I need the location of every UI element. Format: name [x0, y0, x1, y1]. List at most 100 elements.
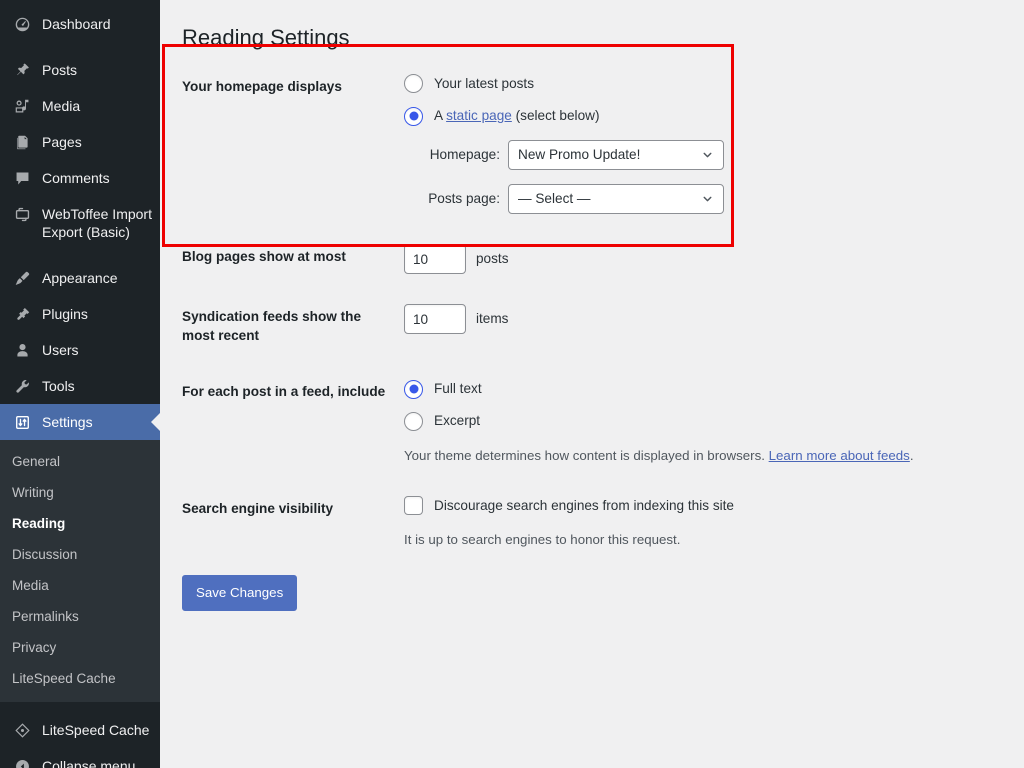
sidebar-divider	[0, 250, 160, 260]
homepage-select-row: Homepage: New Promo Update!	[404, 140, 1014, 170]
feed-include-description: Your theme determines how content is dis…	[404, 446, 1014, 466]
sidebar-item-label: Users	[42, 341, 160, 359]
chevron-down-icon	[701, 193, 714, 206]
sidebar-item-tools[interactable]: Tools	[0, 368, 160, 404]
page-title: Reading Settings	[182, 16, 1024, 59]
settings-submenu: General Writing Reading Discussion Media…	[0, 440, 160, 702]
syndication-input[interactable]	[404, 304, 466, 334]
homepage-displays-row: Your homepage displays Your latest posts…	[182, 59, 1024, 230]
sidebar-item-label: LiteSpeed Cache	[42, 721, 160, 739]
settings-icon	[12, 413, 32, 431]
feed-include-row: For each post in a feed, include Full te…	[182, 364, 1024, 481]
posts-page-select-row: Posts page: — Select —	[404, 184, 1014, 214]
sidebar-item-label: Tools	[42, 377, 160, 395]
search-visibility-row: Search engine visibility Discourage sear…	[182, 481, 1024, 565]
submenu-item-general[interactable]: General	[0, 446, 160, 477]
submenu-item-media[interactable]: Media	[0, 570, 160, 601]
pages-icon	[12, 133, 32, 151]
sidebar-item-label: Collapse menu	[42, 757, 160, 768]
radio-excerpt[interactable]	[404, 412, 423, 431]
admin-sidebar: Dashboard Posts Media Pages WebTof	[0, 0, 160, 768]
sidebar-divider	[0, 42, 160, 52]
submenu-item-writing[interactable]: Writing	[0, 477, 160, 508]
syndication-unit: items	[476, 309, 508, 329]
sidebar-item-comments[interactable]: WebToffee Import Export (Basic) Comments	[0, 160, 160, 196]
search-visibility-description: It is up to search engines to honor this…	[404, 530, 1014, 550]
homepage-select[interactable]: New Promo Update!	[508, 140, 724, 170]
sidebar-item-label: Appearance	[42, 269, 160, 287]
posts-page-select-value: — Select —	[518, 189, 591, 209]
save-changes-button[interactable]: Save Changes	[182, 575, 297, 611]
homepage-displays-label: Your homepage displays	[182, 59, 404, 230]
pin-icon	[12, 61, 32, 79]
sidebar-item-label: WebToffee Import Export (Basic)	[42, 205, 160, 241]
user-icon	[12, 341, 32, 359]
submenu-item-permalinks[interactable]: Permalinks	[0, 601, 160, 632]
search-visibility-label: Search engine visibility	[182, 481, 404, 565]
submenu-item-reading[interactable]: Reading	[0, 508, 160, 539]
radio-option-latest-posts[interactable]: Your latest posts	[404, 74, 1014, 94]
sidebar-item-label: Pages	[42, 133, 160, 151]
homepage-select-value: New Promo Update!	[518, 145, 640, 165]
sidebar-item-settings[interactable]: Settings	[0, 404, 160, 440]
radio-option-excerpt[interactable]: Excerpt	[404, 411, 1014, 431]
syndication-field: items	[404, 289, 1024, 364]
blog-pages-unit: posts	[476, 249, 509, 269]
homepage-select-label: Homepage:	[404, 145, 500, 165]
sidebar-item-posts[interactable]: Posts	[0, 52, 160, 88]
radio-latest-posts[interactable]	[404, 74, 423, 93]
dashboard-icon	[12, 15, 32, 33]
discourage-search-engines-option[interactable]: Discourage search engines from indexing …	[404, 496, 1014, 516]
sidebar-item-pages[interactable]: Pages	[0, 124, 160, 160]
blog-pages-label: Blog pages show at most	[182, 229, 404, 289]
media-icon	[12, 97, 32, 115]
discourage-search-engines-label: Discourage search engines from indexing …	[434, 496, 734, 516]
brush-icon	[12, 269, 32, 287]
sidebar-item-dashboard[interactable]: Dashboard	[0, 6, 160, 42]
syndication-row: Syndication feeds show the most recent i…	[182, 289, 1024, 364]
feed-include-options: Full text Excerpt Your theme determines …	[404, 364, 1024, 481]
posts-page-select-label: Posts page:	[404, 189, 500, 209]
static-page-link[interactable]: static page	[446, 108, 512, 123]
radio-excerpt-label: Excerpt	[434, 411, 480, 431]
main-content: Reading Settings Your homepage displays …	[160, 0, 1024, 768]
sidebar-item-label: Media	[42, 97, 160, 115]
sidebar-item-collapse-menu[interactable]: Collapse menu	[0, 748, 160, 768]
syndication-label: Syndication feeds show the most recent	[182, 289, 404, 364]
sidebar-item-users[interactable]: Users	[0, 332, 160, 368]
feed-description-suffix: .	[910, 448, 914, 463]
blog-pages-row: Blog pages show at most posts	[182, 229, 1024, 289]
radio-full-text[interactable]	[404, 380, 423, 399]
import-export-icon	[12, 205, 32, 223]
sidebar-item-plugins[interactable]: Plugins	[0, 296, 160, 332]
submenu-item-litespeed-cache[interactable]: LiteSpeed Cache	[0, 663, 160, 694]
search-visibility-field: Discourage search engines from indexing …	[404, 481, 1024, 565]
radio-static-page[interactable]	[404, 107, 423, 126]
homepage-displays-options: Your latest posts A static page (select …	[404, 59, 1024, 230]
blog-pages-input[interactable]	[404, 244, 466, 274]
radio-option-full-text[interactable]: Full text	[404, 379, 1014, 399]
radio-full-text-label: Full text	[434, 379, 482, 399]
learn-more-about-feeds-link[interactable]: Learn more about feeds	[769, 448, 910, 463]
sidebar-item-webtoffee-import-export[interactable]: WebToffee Import Export (Basic)	[0, 196, 160, 250]
sidebar-item-label: Dashboard	[42, 15, 160, 33]
comment-icon	[12, 169, 32, 187]
plug-icon	[12, 305, 32, 323]
sidebar-item-litespeed-cache[interactable]: LiteSpeed Cache	[0, 712, 160, 748]
submenu-item-discussion[interactable]: Discussion	[0, 539, 160, 570]
posts-page-select[interactable]: — Select —	[508, 184, 724, 214]
reading-settings-form: Your homepage displays Your latest posts…	[182, 59, 1024, 566]
radio-option-static-page[interactable]: A static page (select below)	[404, 106, 1014, 126]
discourage-search-engines-checkbox[interactable]	[404, 496, 423, 515]
sidebar-item-label: Plugins	[42, 305, 160, 323]
sidebar-item-label: Posts	[42, 61, 160, 79]
sidebar-item-appearance[interactable]: Appearance	[0, 260, 160, 296]
collapse-icon	[12, 757, 32, 768]
sidebar-item-media[interactable]: Media	[0, 88, 160, 124]
wrench-icon	[12, 377, 32, 395]
feed-include-label: For each post in a feed, include	[182, 364, 404, 481]
submenu-item-privacy[interactable]: Privacy	[0, 632, 160, 663]
sidebar-divider	[0, 702, 160, 712]
static-prefix-text: A	[434, 108, 446, 123]
sidebar-item-label: Comments	[42, 169, 160, 187]
